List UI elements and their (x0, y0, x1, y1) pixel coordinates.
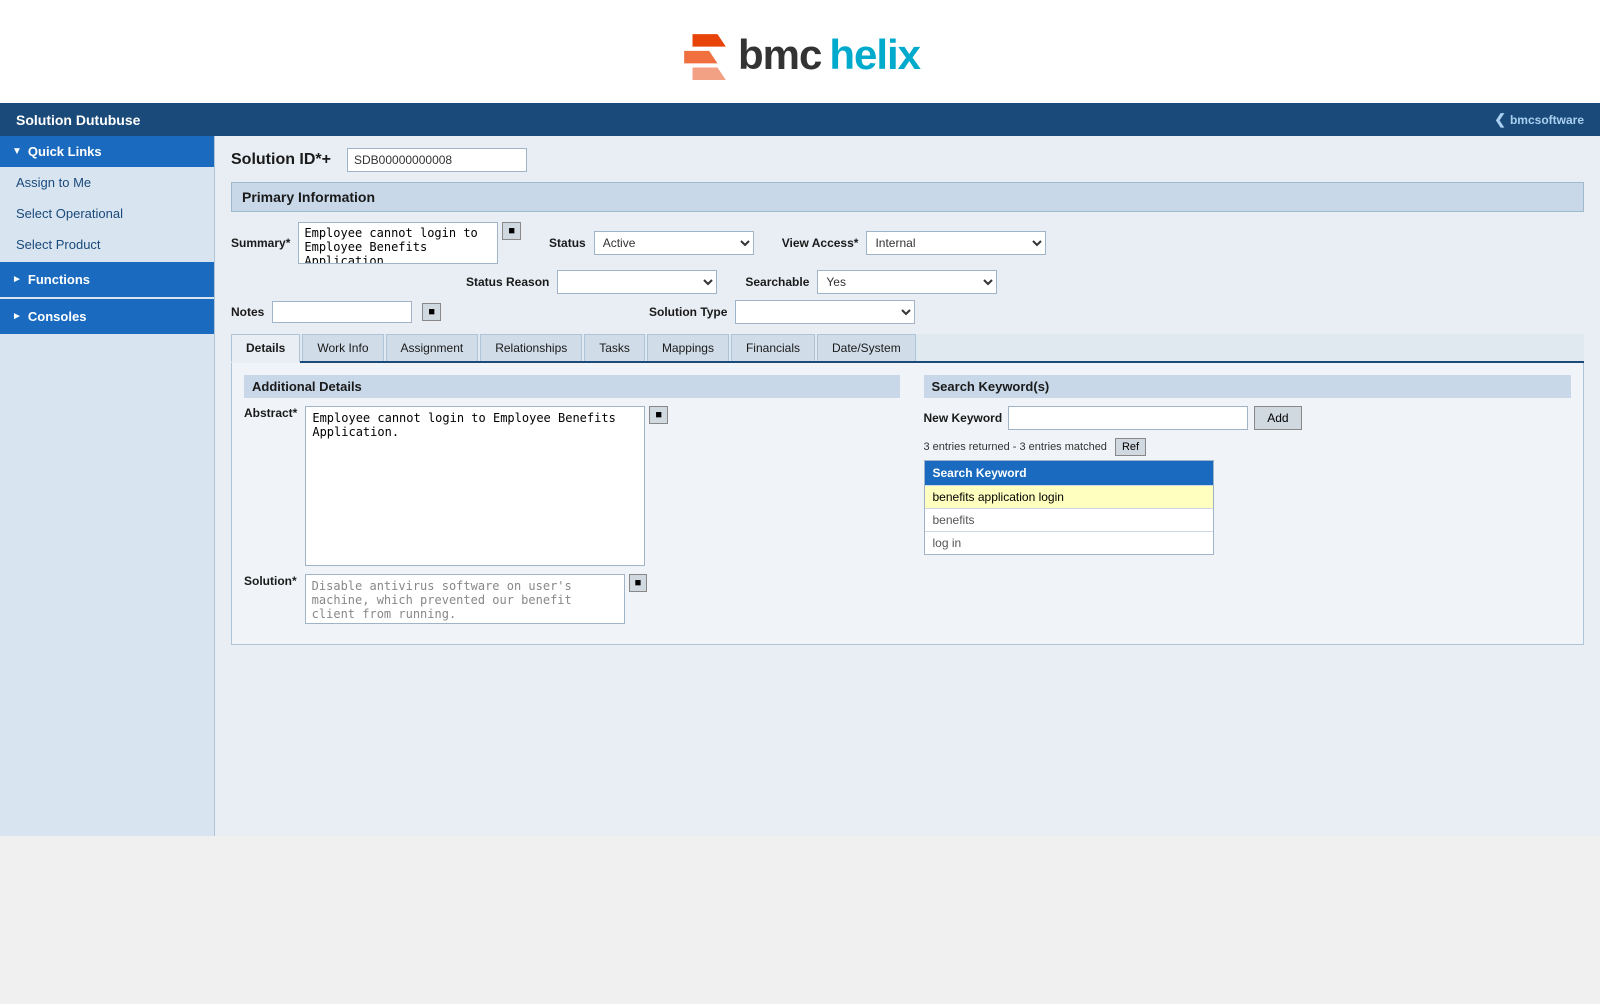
status-select[interactable]: Active (594, 231, 754, 255)
logo-area: bmc helix (0, 0, 1600, 103)
sidebar-consoles-item[interactable]: ► Consoles (0, 299, 214, 334)
notes-input[interactable] (272, 301, 412, 323)
tab-date-system[interactable]: Date/System (817, 334, 916, 361)
additional-details-title: Additional Details (244, 375, 900, 398)
abstract-input[interactable]: Employee cannot login to Employee Benefi… (305, 406, 645, 566)
assign-to-me-label: Assign to Me (16, 175, 91, 190)
logo-helix-text: helix (829, 31, 920, 79)
notes-edit-button[interactable]: ■ (422, 303, 441, 321)
primary-info-section-header: Primary Information (231, 182, 1584, 212)
searchable-select[interactable]: Yes (817, 270, 997, 294)
sidebar-functions-item[interactable]: ► Functions (0, 262, 214, 297)
functions-arrow-icon: ► (12, 274, 22, 285)
primary-row-3: Notes ■ Solution Type (231, 300, 1584, 324)
functions-label: Functions (28, 272, 90, 287)
primary-row-2: Status Reason Searchable Yes (231, 270, 1584, 294)
tab-work-info[interactable]: Work Info (302, 334, 383, 361)
keyword-row-1[interactable]: benefits application login (925, 485, 1213, 508)
search-keywords-title: Search Keyword(s) (924, 375, 1572, 398)
keyword-row-2[interactable]: benefits (925, 508, 1213, 531)
solution-field-row: Solution* Disable antivirus software on … (244, 574, 900, 624)
new-keyword-label: New Keyword (924, 411, 1003, 425)
select-operational-label: Select Operational (16, 206, 123, 221)
main-layout: ▼ Quick Links Assign to Me Select Operat… (0, 136, 1600, 836)
keyword-table-header: Search Keyword (925, 461, 1213, 485)
status-reason-select[interactable] (557, 270, 717, 294)
solution-type-select[interactable] (735, 300, 915, 324)
summary-textarea-container: Employee cannot login to Employee Benefi… (298, 222, 521, 264)
primary-row-1: Summary* Employee cannot login to Employ… (231, 222, 1584, 264)
new-keyword-input[interactable] (1008, 406, 1248, 430)
tab-tasks[interactable]: Tasks (584, 334, 645, 361)
sidebar-item-select-operational[interactable]: Select Operational (0, 198, 214, 229)
searchable-label: Searchable (745, 275, 809, 289)
content-area: Solution ID*+ Primary Information Summar… (215, 136, 1600, 836)
tab-details[interactable]: Details (231, 334, 300, 363)
abstract-edit-button[interactable]: ■ (649, 406, 668, 424)
quick-links-label: Quick Links (28, 144, 102, 159)
tab-assignment[interactable]: Assignment (386, 334, 479, 361)
solution-id-input[interactable] (347, 148, 527, 172)
tab-financials[interactable]: Financials (731, 334, 815, 361)
sidebar-item-assign-to-me[interactable]: Assign to Me (0, 167, 214, 198)
summary-input[interactable]: Employee cannot login to Employee Benefi… (298, 222, 498, 264)
logo-container: bmc helix (680, 30, 920, 80)
quick-links-arrow-icon: ▼ (12, 146, 22, 157)
brand-logo: ❮ bmcsoftware (1494, 111, 1584, 128)
form-container: Solution ID*+ Primary Information Summar… (215, 136, 1600, 657)
notes-label: Notes (231, 305, 264, 319)
status-label: Status (549, 236, 586, 250)
additional-details-column: Additional Details Abstract* Employee ca… (244, 375, 900, 632)
primary-form: Summary* Employee cannot login to Employ… (231, 222, 1584, 324)
tab-content-details: Additional Details Abstract* Employee ca… (231, 363, 1584, 645)
select-product-label: Select Product (16, 237, 101, 252)
keyword-results-info: 3 entries returned - 3 entries matched R… (924, 438, 1572, 456)
solution-id-label: Solution ID*+ (231, 151, 331, 169)
consoles-arrow-icon: ► (12, 311, 22, 322)
top-navigation-bar: Solution Dutubuse ❮ bmcsoftware (0, 103, 1600, 136)
solution-type-label: Solution Type (649, 305, 727, 319)
results-count-text: 3 entries returned - 3 entries matched (924, 441, 1107, 453)
view-access-select[interactable]: Internal (866, 231, 1046, 255)
brand-chevron-icon: ❮ (1494, 111, 1506, 128)
status-reason-label: Status Reason (466, 275, 549, 289)
abstract-field-row: Abstract* Employee cannot login to Emplo… (244, 406, 900, 566)
keyword-table: Search Keyword benefits application logi… (924, 460, 1214, 555)
solution-id-row: Solution ID*+ (231, 148, 1584, 172)
bmc-chevron-icon (680, 30, 730, 80)
consoles-label: Consoles (28, 309, 87, 324)
sidebar-quick-links-header[interactable]: ▼ Quick Links (0, 136, 214, 167)
keyword-input-row: New Keyword Add (924, 406, 1572, 430)
abstract-label: Abstract* (244, 406, 297, 420)
solution-label: Solution* (244, 574, 297, 588)
add-keyword-button[interactable]: Add (1254, 406, 1301, 430)
logo-bmc-text: bmc (738, 31, 821, 79)
sidebar: ▼ Quick Links Assign to Me Select Operat… (0, 136, 215, 836)
tabs-row: Details Work Info Assignment Relationshi… (231, 334, 1584, 363)
keyword-row-3[interactable]: log in (925, 531, 1213, 554)
tab-relationships[interactable]: Relationships (480, 334, 582, 361)
view-access-label: View Access* (782, 236, 859, 250)
refresh-button[interactable]: Ref (1115, 438, 1146, 456)
search-keywords-column: Search Keyword(s) New Keyword Add 3 entr… (916, 375, 1572, 632)
page-title: Solution Dutubuse (16, 112, 140, 128)
tab-mappings[interactable]: Mappings (647, 334, 729, 361)
summary-edit-button[interactable]: ■ (502, 222, 521, 240)
sidebar-item-select-product[interactable]: Select Product (0, 229, 214, 260)
solution-edit-button[interactable]: ■ (629, 574, 648, 592)
summary-label: Summary* (231, 236, 290, 250)
brand-name: bmcsoftware (1510, 113, 1584, 127)
solution-input[interactable]: Disable antivirus software on user's mac… (305, 574, 625, 624)
